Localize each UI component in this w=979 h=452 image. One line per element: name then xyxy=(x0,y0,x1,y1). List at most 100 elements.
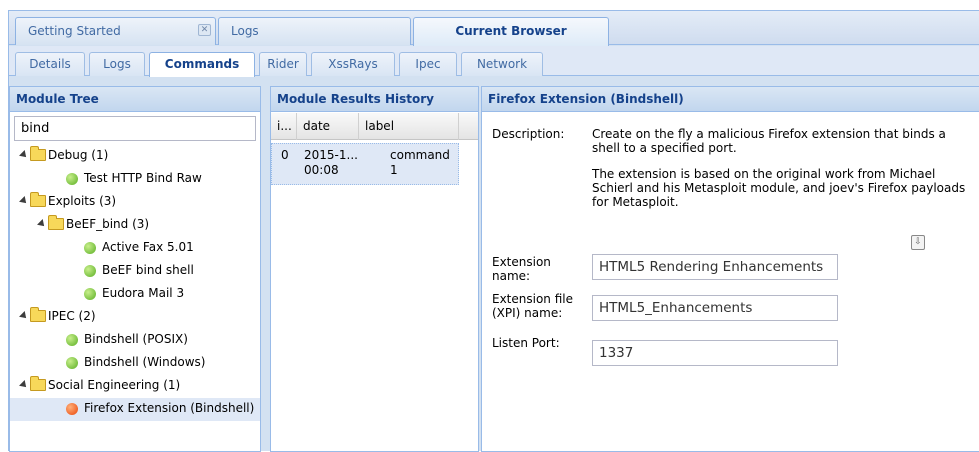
tree-label: Eudora Mail 3 xyxy=(102,286,185,300)
tree-label: Firefox Extension (Bindshell) xyxy=(84,401,255,415)
folder-icon xyxy=(30,146,46,161)
grid-header: i... date label xyxy=(271,113,478,140)
tab-details[interactable]: Details xyxy=(15,52,85,76)
listen-port-input[interactable]: 1337 xyxy=(592,340,838,366)
tab-label: Logs xyxy=(103,57,131,71)
tab-rider[interactable]: Rider xyxy=(259,52,307,76)
column-header-date[interactable]: date xyxy=(297,113,359,140)
cell-id: 0 xyxy=(281,148,289,162)
tab-label: Details xyxy=(29,57,71,71)
tab-label: Commands xyxy=(164,57,240,71)
tree-label: Bindshell (Windows) xyxy=(84,355,206,369)
cell-date-line: 2015-1... xyxy=(304,148,358,162)
expand-arrow-icon[interactable] xyxy=(19,311,29,321)
tab-label: Network xyxy=(476,57,528,71)
panel-title: Module Results History xyxy=(271,87,478,112)
status-green-icon xyxy=(84,288,96,300)
status-green-icon xyxy=(66,173,78,185)
tab-current-browser[interactable]: Current Browser xyxy=(413,17,609,46)
tree-module[interactable]: Eudora Mail 3 xyxy=(10,283,260,306)
panel-title: Firefox Extension (Bindshell) xyxy=(482,87,979,112)
tab-label: Getting Started xyxy=(28,24,121,38)
tree-module[interactable]: Active Fax 5.01 xyxy=(10,237,260,260)
cell-label-line: command xyxy=(390,148,450,162)
tree-label: Bindshell (POSIX) xyxy=(84,332,188,346)
tree-folder-beef-bind[interactable]: BeEF_bind (3) xyxy=(10,214,260,237)
expand-description-icon[interactable]: ⇩ xyxy=(911,235,925,250)
tab-label: Logs xyxy=(231,24,259,38)
column-header-id[interactable]: i... xyxy=(271,113,297,140)
tab-label: Ipec xyxy=(415,57,441,71)
tab-logs[interactable]: Logs xyxy=(89,52,145,76)
tree-module[interactable]: Bindshell (Windows) xyxy=(10,352,260,375)
folder-icon xyxy=(48,215,64,230)
tree-module[interactable]: Bindshell (POSIX) xyxy=(10,329,260,352)
tab-commands[interactable]: Commands xyxy=(149,52,255,77)
cell-label: command 1 xyxy=(390,148,450,178)
folder-icon xyxy=(30,192,46,207)
description-line: The extension is based on the original w… xyxy=(592,167,936,181)
expand-arrow-icon[interactable] xyxy=(19,196,29,206)
column-header-label[interactable]: label xyxy=(359,113,459,140)
tab-logs[interactable]: Logs xyxy=(218,17,411,45)
tree-label: BeEF_bind (3) xyxy=(66,217,150,231)
xpi-name-label: Extension file (XPI) name: xyxy=(492,292,573,320)
description-label: Description: xyxy=(492,127,565,141)
tree-folder-social-engineering[interactable]: Social Engineering (1) xyxy=(10,375,260,398)
status-green-icon xyxy=(84,265,96,277)
browser-tab-bar: Details Logs Commands Rider XssRays Ipec… xyxy=(9,46,979,77)
tab-ipec[interactable]: Ipec xyxy=(399,52,457,76)
label-line: name: xyxy=(492,269,531,283)
expand-arrow-icon[interactable] xyxy=(37,219,47,229)
module-search-input[interactable]: bind xyxy=(14,116,256,141)
label-line: (XPI) name: xyxy=(492,306,563,320)
description-line: shell to a specified port. xyxy=(592,141,737,155)
expand-arrow-icon[interactable] xyxy=(19,380,29,390)
label-line: Extension file xyxy=(492,292,573,306)
table-row[interactable]: 0 2015-1... 00:08 command 1 xyxy=(271,143,459,185)
module-tree-panel: Module Tree bind Debug (1) Test HTTP Bin… xyxy=(9,86,261,452)
listen-port-label: Listen Port: xyxy=(492,336,560,350)
tree-label: Exploits (3) xyxy=(48,194,117,208)
tree-label: Test HTTP Bind Raw xyxy=(84,171,202,185)
expand-arrow-icon[interactable] xyxy=(19,150,29,160)
tree-label: Active Fax 5.01 xyxy=(102,240,194,254)
tree-folder-exploits[interactable]: Exploits (3) xyxy=(10,191,260,214)
main-tab-bar: Getting Started ✕ Logs Current Browser xyxy=(9,11,979,46)
tab-label: XssRays xyxy=(328,57,378,71)
folder-icon xyxy=(30,376,46,391)
tree-label: BeEF bind shell xyxy=(102,263,194,277)
xpi-name-input[interactable]: HTML5_Enhancements xyxy=(592,295,838,321)
status-green-icon xyxy=(66,334,78,346)
extension-name-label: Extension name: xyxy=(492,255,551,283)
tree-folder-ipec[interactable]: IPEC (2) xyxy=(10,306,260,329)
module-tree: Debug (1) Test HTTP Bind Raw Exploits (3… xyxy=(10,145,260,421)
description-line: Create on the fly a malicious Firefox ex… xyxy=(592,127,946,141)
panel-title: Module Tree xyxy=(10,87,260,112)
tab-xssrays[interactable]: XssRays xyxy=(311,52,395,76)
cell-date: 2015-1... 00:08 xyxy=(304,148,358,178)
cell-label-line: 1 xyxy=(390,163,398,177)
description-line: for Metasploit. xyxy=(592,195,679,209)
description-line: Schierl and his Metasploit module, and j… xyxy=(592,181,966,195)
close-icon[interactable]: ✕ xyxy=(198,24,211,36)
tree-module-selected[interactable]: Firefox Extension (Bindshell) xyxy=(10,398,260,421)
cell-date-line: 00:08 xyxy=(304,163,339,177)
tree-folder-debug[interactable]: Debug (1) xyxy=(10,145,260,168)
status-orange-icon xyxy=(66,403,78,415)
tab-network[interactable]: Network xyxy=(461,52,543,76)
folder-icon xyxy=(30,307,46,322)
extension-name-input[interactable]: HTML5 Rendering Enhancements xyxy=(592,254,838,280)
results-history-panel: Module Results History i... date label 0… xyxy=(270,86,479,452)
tab-getting-started[interactable]: Getting Started ✕ xyxy=(15,17,216,45)
status-green-icon xyxy=(66,357,78,369)
module-details-panel: Firefox Extension (Bindshell) Descriptio… xyxy=(481,86,979,452)
beef-console: Getting Started ✕ Logs Current Browser D… xyxy=(8,10,979,452)
status-green-icon xyxy=(84,242,96,254)
tree-label: IPEC (2) xyxy=(48,309,96,323)
tab-label: Current Browser xyxy=(455,24,567,38)
tree-label: Social Engineering (1) xyxy=(48,378,181,392)
tree-module[interactable]: BeEF bind shell xyxy=(10,260,260,283)
tree-module[interactable]: Test HTTP Bind Raw xyxy=(10,168,260,191)
